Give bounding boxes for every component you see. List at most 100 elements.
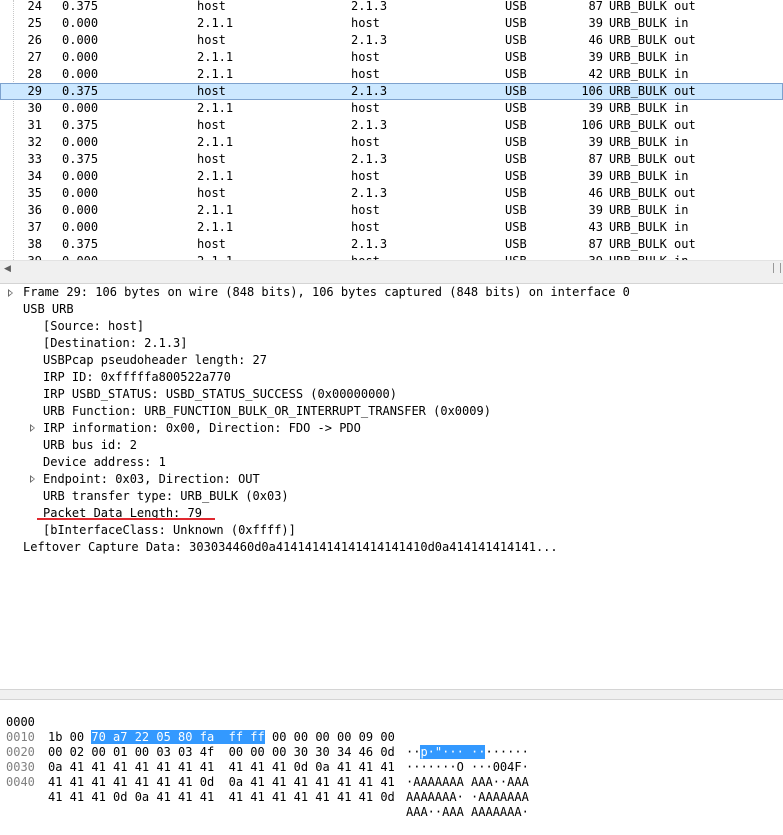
- packet-proto: USB: [505, 253, 527, 260]
- packet-row[interactable]: 39 0.000 2.1.1 host USB 39 URB_BULK in: [0, 253, 783, 260]
- scrollbar-grip-icon[interactable]: [773, 263, 781, 273]
- packet-row[interactable]: 38 0.375 host 2.1.3 USB 87 URB_BULK out: [0, 236, 783, 253]
- packet-len: 39: [589, 253, 603, 260]
- destination-field[interactable]: [Destination: 2.1.3]: [43, 335, 188, 352]
- urb-function-field[interactable]: URB Function: URB_FUNCTION_BULK_OR_INTER…: [43, 403, 491, 420]
- hex-row[interactable]: 0010 00 02 00 01 00 03 03 4f 00 00 00 30…: [0, 715, 783, 774]
- packet-row[interactable]: 27 0.000 2.1.1 host USB 39 URB_BULK in: [0, 49, 783, 66]
- transfer-type-field[interactable]: URB transfer type: URB_BULK (0x03): [43, 488, 289, 505]
- packet-info: URB_BULK out: [609, 33, 696, 47]
- packet-time: 0.000: [62, 50, 99, 64]
- expand-arrow-icon[interactable]: [30, 424, 35, 432]
- frame-summary[interactable]: Frame 29: 106 bytes on wire (848 bits), …: [23, 284, 630, 301]
- irp-id-field[interactable]: IRP ID: 0xfffffa800522a770: [43, 369, 231, 386]
- hex-ascii[interactable]: AAAAAAA· ·AAAAAAA: [406, 790, 529, 805]
- expand-arrow-icon[interactable]: [30, 475, 35, 483]
- packet-row[interactable]: 37 0.000 2.1.1 host USB 43 URB_BULK in: [0, 219, 783, 236]
- packet-no: 28: [27, 67, 42, 81]
- packet-row-selected[interactable]: 29 0.375 host 2.1.3 USB 106 URB_BULK out: [0, 83, 783, 100]
- packet-src: 2.1.1: [197, 169, 234, 183]
- packet-info: URB_BULK in: [609, 203, 689, 217]
- hex-row[interactable]: 0020 0a 41 41 41 41 41 41 41 41 41 41 0d…: [0, 730, 783, 789]
- packet-row[interactable]: 28 0.000 2.1.1 host USB 42 URB_BULK in: [0, 66, 783, 83]
- interface-class-field[interactable]: [bInterfaceClass: Unknown (0xffff)]: [43, 522, 296, 539]
- packet-proto: USB: [505, 0, 527, 13]
- packet-details[interactable]: Frame 29: 106 bytes on wire (848 bits), …: [0, 284, 783, 689]
- packet-row[interactable]: 35 0.000 host 2.1.3 USB 46 URB_BULK out: [0, 185, 783, 202]
- packet-proto: USB: [505, 16, 527, 30]
- usb-urb-header[interactable]: USB URB: [23, 301, 74, 318]
- hex-ascii[interactable]: AAA··AAA AAAAAAA·: [406, 805, 529, 820]
- packet-row[interactable]: 26 0.000 host 2.1.3 USB 46 URB_BULK out: [0, 32, 783, 49]
- packet-src: 2.1.1: [197, 67, 234, 81]
- packet-src: host: [197, 237, 226, 251]
- packet-row[interactable]: 33 0.375 host 2.1.3 USB 87 URB_BULK out: [0, 151, 783, 168]
- expand-arrow-icon[interactable]: [8, 289, 13, 297]
- scroll-left-icon[interactable]: ◀: [4, 264, 11, 274]
- packet-info: URB_BULK in: [609, 169, 689, 183]
- leftover-capture-data[interactable]: Leftover Capture Data: 303034460d0a41414…: [23, 539, 558, 556]
- red-underline-annotation: [37, 518, 215, 520]
- packet-row[interactable]: 32 0.000 2.1.1 host USB 39 URB_BULK in: [0, 134, 783, 151]
- packet-dst: 2.1.3: [351, 84, 388, 98]
- packet-info: URB_BULK out: [609, 152, 696, 166]
- packet-time: 0.000: [62, 169, 99, 183]
- packet-time: 0.375: [62, 0, 99, 13]
- packet-dst: host: [351, 67, 380, 81]
- packet-row[interactable]: 31 0.375 host 2.1.3 USB 106 URB_BULK out: [0, 117, 783, 134]
- urb-bus-id-field[interactable]: URB bus id: 2: [43, 437, 137, 454]
- packet-proto: USB: [505, 50, 527, 64]
- packet-proto: USB: [505, 33, 527, 47]
- packet-no: 24: [27, 0, 42, 13]
- packet-src: 2.1.1: [197, 220, 234, 234]
- pseudoheader-field[interactable]: USBPcap pseudoheader length: 27: [43, 352, 267, 369]
- packet-dst: host: [351, 135, 380, 149]
- packet-row[interactable]: 30 0.000 2.1.1 host USB 39 URB_BULK in: [0, 100, 783, 117]
- packet-info: URB_BULK out: [609, 118, 696, 132]
- packet-info: URB_BULK in: [609, 135, 689, 149]
- packet-dst: host: [351, 50, 380, 64]
- packet-info: URB_BULK in: [609, 253, 688, 260]
- packet-dst: 2.1.3: [351, 186, 388, 200]
- packet-time: 0.000: [62, 186, 99, 200]
- hex-bytes[interactable]: 41 41 41 41 41 41 41 0d 0a 41 41 41 41 4…: [48, 775, 395, 790]
- packet-len: 87: [588, 0, 603, 13]
- pane-splitter[interactable]: [0, 275, 783, 284]
- packet-len: 39: [588, 101, 603, 115]
- packet-dst: host: [351, 203, 380, 217]
- packet-proto: USB: [505, 84, 527, 98]
- packet-time: 0.375: [62, 84, 99, 98]
- irp-information-field[interactable]: IRP information: 0x00, Direction: FDO ->…: [43, 420, 361, 437]
- source-field[interactable]: [Source: host]: [43, 318, 144, 335]
- hex-bytes[interactable]: 41 41 41 0d 0a 41 41 41 41 41 41 41 41 4…: [48, 790, 395, 805]
- device-address-field[interactable]: Device address: 1: [43, 454, 166, 471]
- packet-no: 33: [27, 152, 42, 166]
- endpoint-field[interactable]: Endpoint: 0x03, Direction: OUT: [43, 471, 260, 488]
- packet-len: 42: [588, 67, 603, 81]
- packet-info: URB_BULK in: [609, 67, 689, 81]
- packet-row[interactable]: 34 0.000 2.1.1 host USB 39 URB_BULK in: [0, 168, 783, 185]
- hex-row[interactable]: 0030 41 41 41 41 41 41 41 0d 0a 41 41 41…: [0, 745, 783, 804]
- packet-time: 0.000: [62, 33, 99, 47]
- hex-ascii[interactable]: ·AAAAAAA AAA··AAA: [406, 775, 529, 790]
- packet-no: 34: [27, 169, 42, 183]
- packet-dst: 2.1.3: [351, 118, 388, 132]
- hex-row[interactable]: 0000 1b 00 70 a7 22 05 80 fa ff ff 00 00…: [0, 700, 783, 759]
- packet-list[interactable]: 24 0.375 host 2.1.3 USB 87 URB_BULK out 25 0.000…: [0, 0, 783, 260]
- horizontal-scrollbar[interactable]: ◀: [0, 260, 783, 275]
- packet-time: 0.000: [62, 203, 99, 217]
- hex-dump[interactable]: 0000 1b 00 70 a7 22 05 80 fa ff ff 00 00…: [0, 699, 783, 819]
- packet-info: URB_BULK out: [609, 237, 696, 251]
- packet-proto: USB: [505, 169, 527, 183]
- packet-info: URB_BULK out: [609, 186, 696, 200]
- irp-status-field[interactable]: IRP USBD_STATUS: USBD_STATUS_SUCCESS (0x…: [43, 386, 397, 403]
- packet-time: 0.000: [62, 16, 99, 30]
- packet-time: 0.000: [62, 101, 99, 115]
- packet-proto: USB: [505, 135, 527, 149]
- packet-row[interactable]: 25 0.000 2.1.1 host USB 39 URB_BULK in: [0, 15, 783, 32]
- packet-len: 87: [588, 237, 603, 251]
- packet-row[interactable]: 24 0.375 host 2.1.3 USB 87 URB_BULK out: [0, 0, 783, 15]
- packet-row[interactable]: 36 0.000 2.1.1 host USB 39 URB_BULK in: [0, 202, 783, 219]
- hex-row[interactable]: 0040 41 41 41 0d 0a 41 41 41 41 41 41 41…: [0, 760, 783, 819]
- packet-no: 38: [27, 237, 42, 251]
